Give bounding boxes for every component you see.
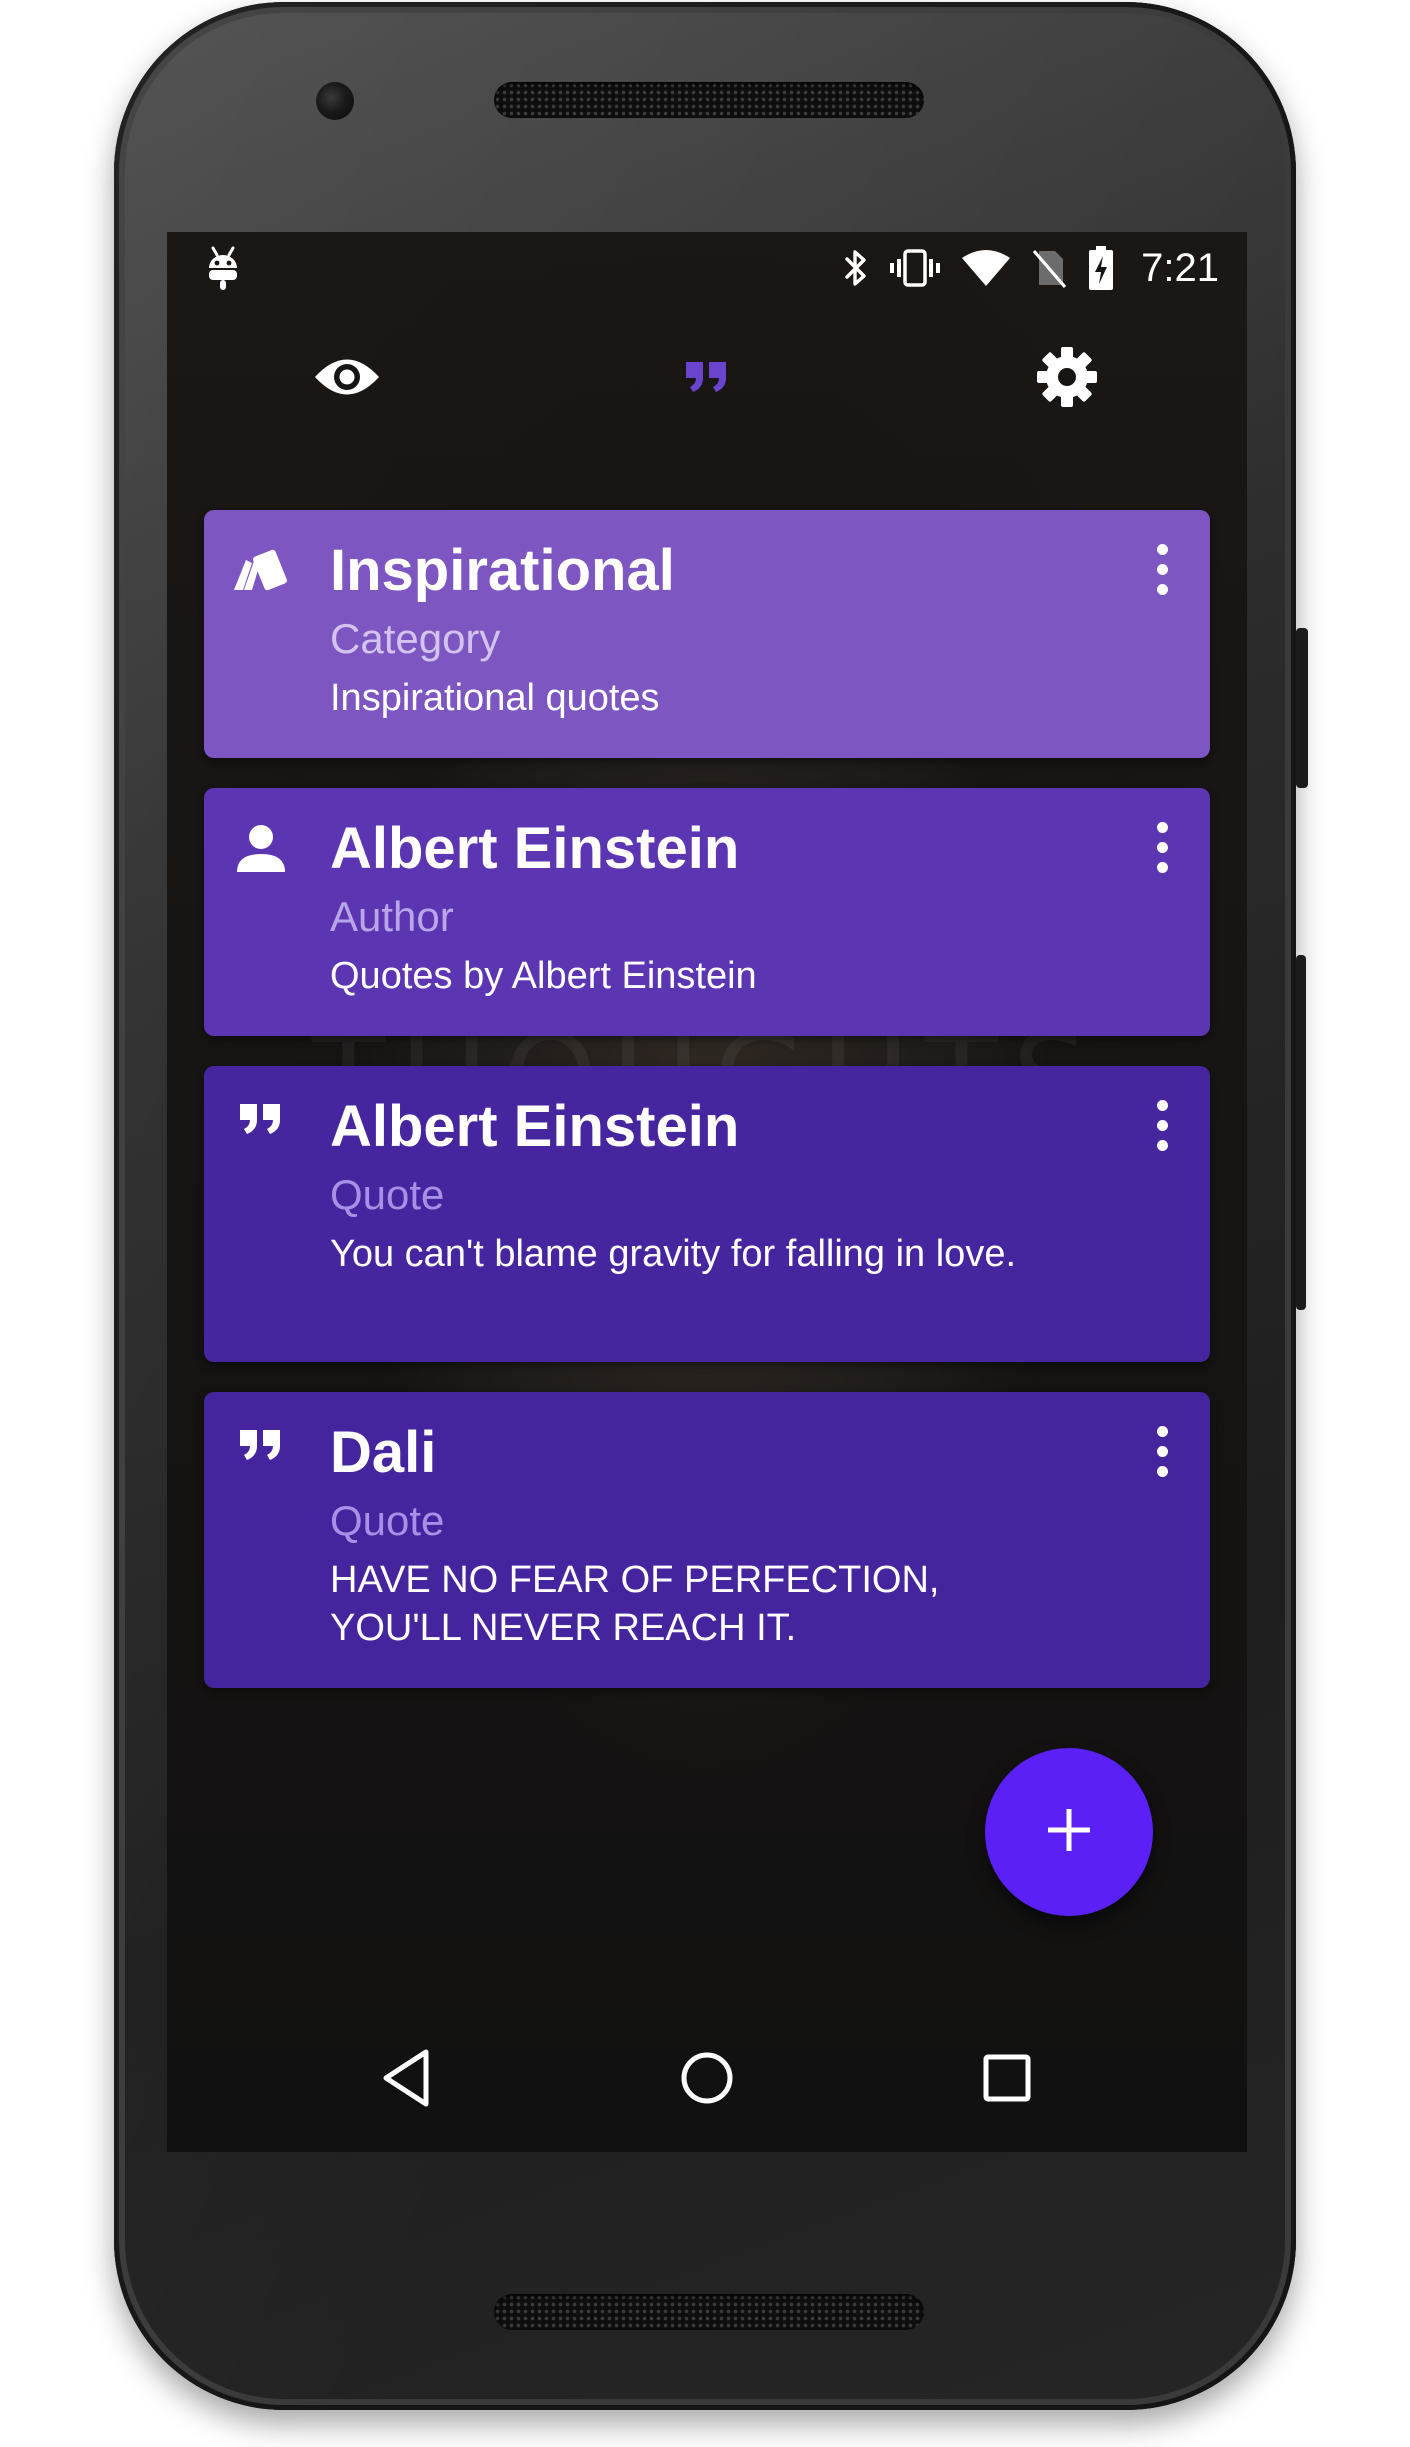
wifi-icon	[961, 248, 1011, 288]
tab-settings[interactable]	[887, 304, 1247, 450]
card-description: Quotes by Albert Einstein	[330, 955, 757, 997]
bottom-speaker-grille	[494, 2294, 924, 2330]
vibrate-icon	[889, 247, 941, 289]
card-title: Albert Einstein	[330, 816, 740, 881]
category-card[interactable]: Inspirational Category Inspirational quo…	[204, 510, 1210, 758]
front-camera	[316, 82, 354, 120]
quote-icon	[230, 1102, 292, 1164]
android-debug-icon	[203, 246, 243, 292]
volume-button	[1296, 955, 1306, 1310]
card-type: Author	[330, 893, 454, 940]
screen: THOUGHTS	[167, 232, 1247, 2152]
card-type: Category	[330, 615, 501, 662]
more-options-icon[interactable]	[1150, 822, 1174, 882]
power-button	[1296, 628, 1308, 788]
battery-charging-icon	[1087, 245, 1115, 291]
no-sim-icon	[1031, 247, 1067, 289]
plus-icon	[1046, 1807, 1092, 1857]
person-icon	[230, 824, 292, 886]
add-button[interactable]	[985, 1748, 1153, 1916]
more-options-icon[interactable]	[1150, 1426, 1174, 1486]
top-speaker-grille	[494, 82, 924, 118]
card-description: Inspirational quotes	[330, 677, 660, 719]
eye-icon	[313, 354, 381, 400]
card-type: Quote	[330, 1171, 445, 1218]
back-button[interactable]	[327, 2008, 487, 2152]
card-type: Quote	[330, 1497, 445, 1544]
card-title: Inspirational	[330, 538, 675, 603]
tab-quotes[interactable]	[527, 304, 887, 450]
back-icon	[380, 2048, 434, 2112]
quote-card[interactable]: Dali Quote HAVE NO FEAR OF PERFECTION, Y…	[204, 1392, 1210, 1688]
more-options-icon[interactable]	[1150, 1100, 1174, 1160]
navigation-bar	[167, 2008, 1247, 2152]
tab-bar	[167, 304, 1247, 520]
home-button[interactable]	[627, 2008, 787, 2152]
category-cards-icon	[230, 546, 292, 608]
tab-explore[interactable]	[167, 304, 527, 450]
status-bar: 7:21	[167, 232, 1247, 304]
gear-icon	[1036, 346, 1098, 408]
quote-card[interactable]: Albert Einstein Quote You can't blame gr…	[204, 1066, 1210, 1362]
author-card[interactable]: Albert Einstein Author Quotes by Albert …	[204, 788, 1210, 1036]
recents-button[interactable]	[927, 2008, 1087, 2152]
bluetooth-icon	[843, 247, 869, 289]
card-title: Dali	[330, 1420, 437, 1485]
recents-icon	[982, 2053, 1032, 2107]
card-quote-text: You can't blame gravity for falling in l…	[330, 1233, 1017, 1275]
card-title: Albert Einstein	[330, 1094, 740, 1159]
quote-icon	[230, 1428, 292, 1490]
more-options-icon[interactable]	[1150, 544, 1174, 604]
card-quote-text: HAVE NO FEAR OF PERFECTION, YOU'LL NEVER…	[330, 1559, 940, 1649]
status-time: 7:21	[1141, 245, 1219, 290]
quotes-icon	[684, 360, 730, 394]
home-icon	[679, 2050, 735, 2110]
